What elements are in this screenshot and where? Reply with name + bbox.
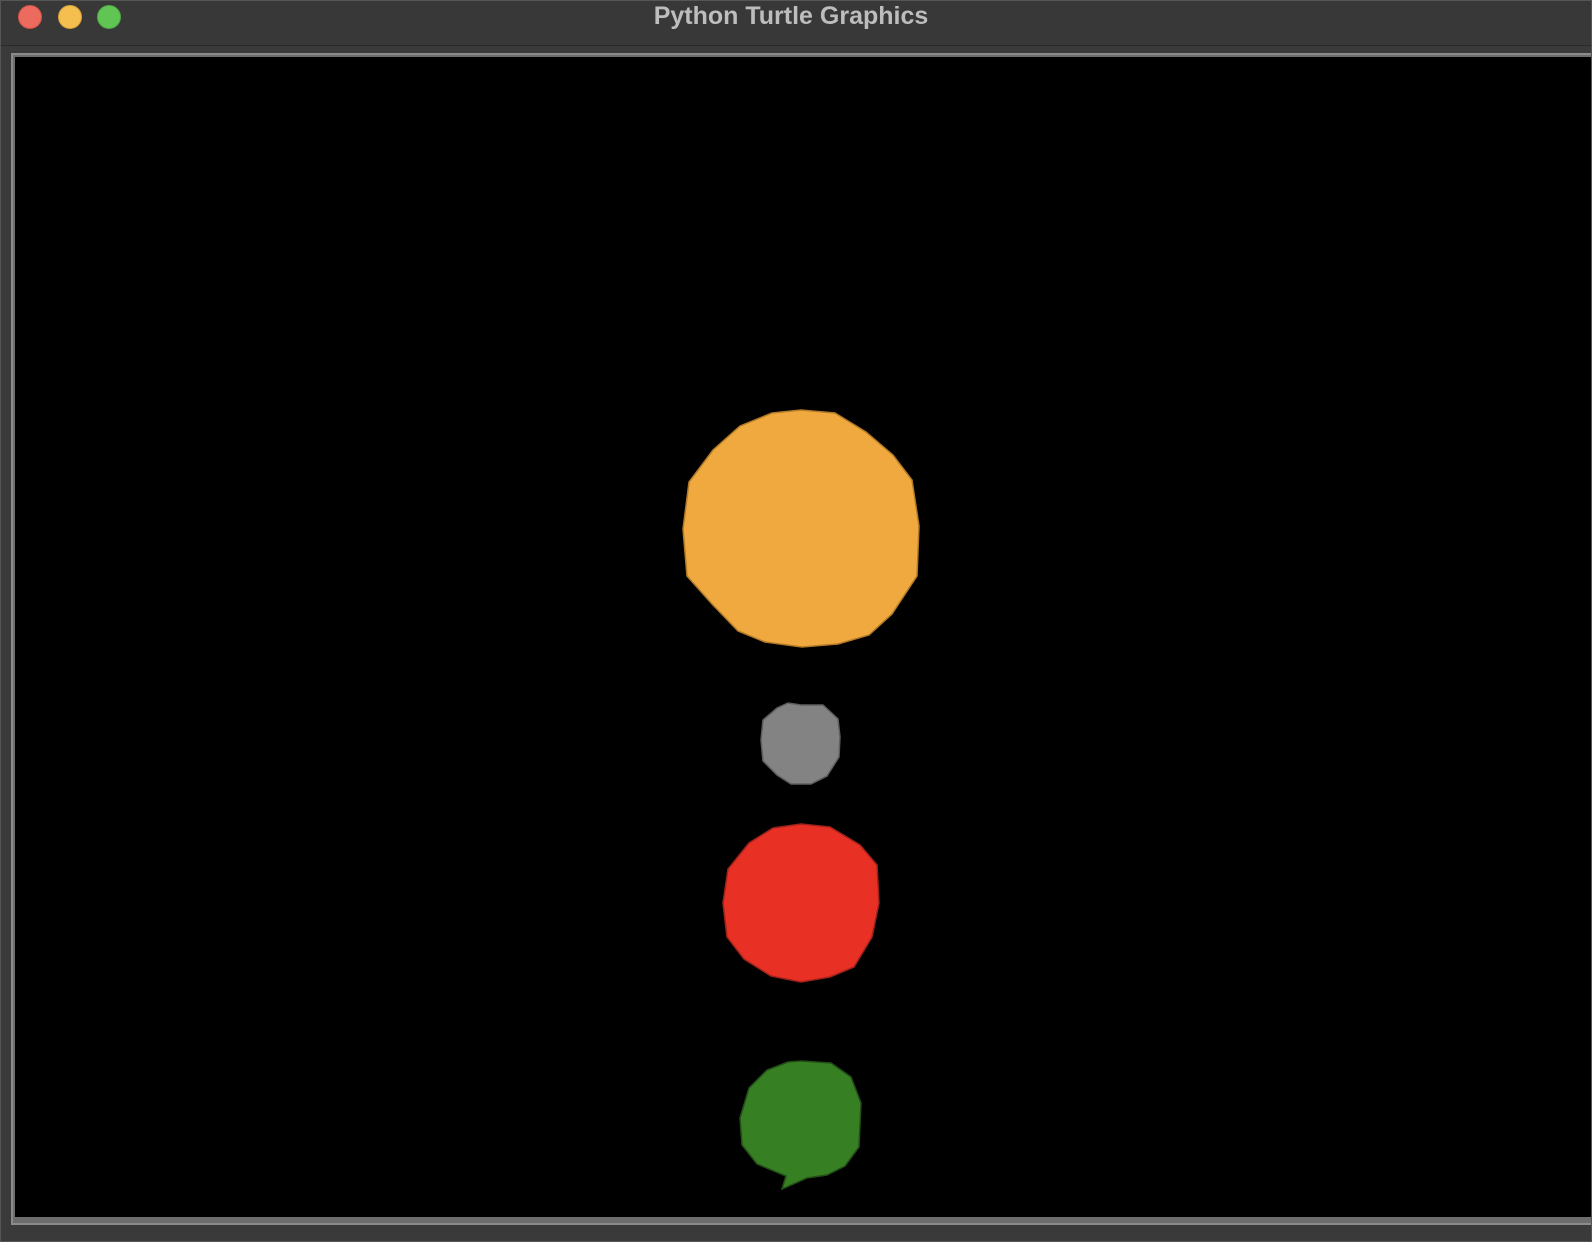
- gray-circle: [760, 702, 841, 785]
- orange-circle: [682, 409, 920, 648]
- green-circle: [739, 1060, 862, 1191]
- window-title: Python Turtle Graphics: [653, 2, 929, 30]
- turtle-window: Python Turtle Graphics: [0, 0, 1592, 1242]
- title-bar[interactable]: Python Turtle Graphics: [1, 1, 1591, 46]
- drawing-surface: [682, 409, 920, 1191]
- turtle-canvas[interactable]: [15, 57, 1591, 1217]
- canvas-frame: [11, 53, 1591, 1225]
- red-circle: [722, 823, 880, 983]
